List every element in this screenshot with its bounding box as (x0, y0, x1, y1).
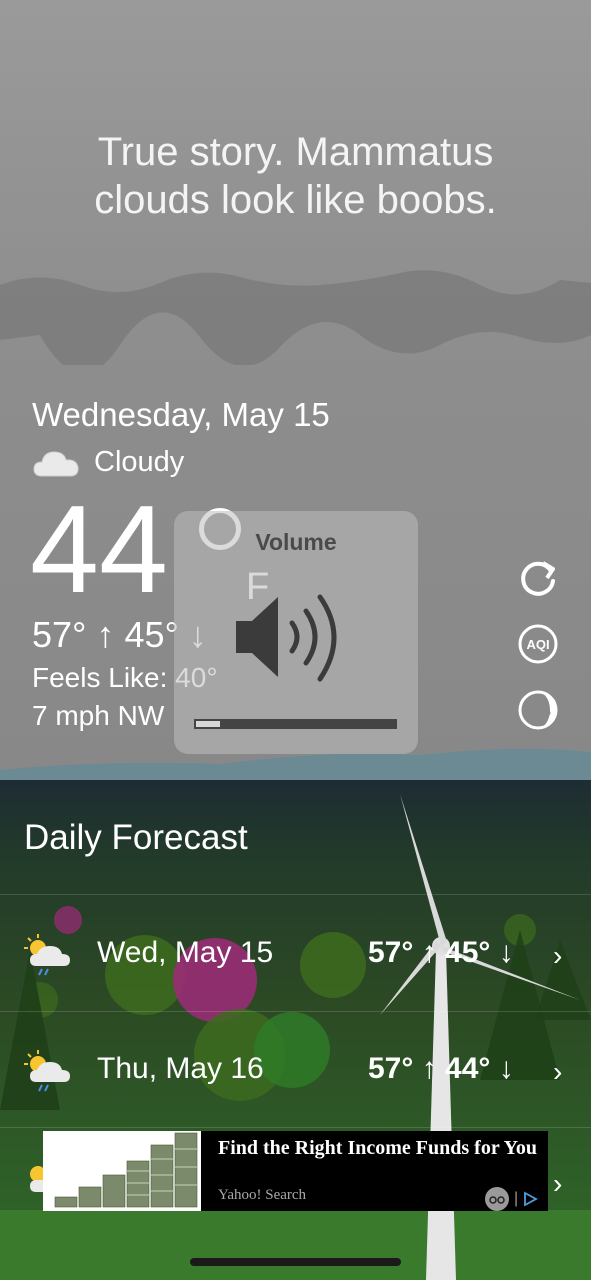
volume-label: Volume (255, 529, 337, 555)
quip-line-1: True story. Mammatus (97, 130, 494, 174)
aqi-label: AQI (526, 637, 549, 652)
moon-phase-icon[interactable] (517, 689, 559, 731)
volume-level-fill (196, 721, 220, 727)
forecast-row[interactable]: Thu, May 16 57° ↑ 44° ↓ › (0, 1012, 591, 1128)
aqi-icon[interactable]: AQI (517, 623, 559, 665)
forecast-row[interactable]: Wed, May 15 57° ↑ 45° ↓ › (0, 896, 591, 1012)
mammatus-cloud-band (0, 270, 591, 365)
forecast-temps: 57° ↑ 45° ↓ (368, 936, 514, 969)
partly-cloudy-rain-icon (24, 1050, 70, 1092)
chevron-right-icon[interactable]: › (553, 1168, 562, 1200)
current-date: Wednesday, May 15 (32, 396, 330, 433)
ad-choices-icon[interactable] (522, 1191, 539, 1207)
ad-banner[interactable]: Find the Right Income Funds for You Yaho… (43, 1131, 548, 1211)
quip-line-2: clouds look like boobs. (94, 178, 497, 222)
condition-label: Cloudy (94, 446, 185, 478)
speaker-icon (236, 594, 337, 682)
ad-choices[interactable]: | (484, 1186, 539, 1212)
volume-level-bar (194, 719, 397, 729)
home-indicator[interactable] (190, 1258, 401, 1266)
condition-row: Cloudy (32, 446, 184, 479)
chevron-right-icon: › (553, 1056, 563, 1087)
divider (0, 894, 591, 895)
forecast-day: Thu, May 16 (97, 1052, 264, 1085)
ad-image-money-stacks (43, 1131, 201, 1211)
ad-title: Find the Right Income Funds for You (218, 1137, 537, 1159)
chevron-right-icon: › (553, 940, 563, 971)
partly-cloudy-rain-icon (24, 934, 70, 976)
forecast-temps: 57° ↑ 44° ↓ (368, 1052, 514, 1085)
current-temperature: 44 (30, 481, 168, 619)
ad-divider: | (514, 1190, 519, 1207)
wind-info: 7 mph NW (32, 700, 165, 731)
ad-privacy-icon[interactable] (484, 1186, 510, 1212)
volume-hud: Volume (174, 511, 418, 754)
weather-quip: True story. Mammatus clouds look like bo… (40, 128, 551, 224)
ad-source: Yahoo! Search (218, 1187, 307, 1203)
divider (0, 1127, 591, 1128)
cloud-icon (33, 450, 79, 476)
forecast-day: Wed, May 15 (97, 936, 274, 969)
refresh-icon[interactable] (517, 557, 559, 599)
daily-forecast-title: Daily Forecast (24, 818, 248, 857)
